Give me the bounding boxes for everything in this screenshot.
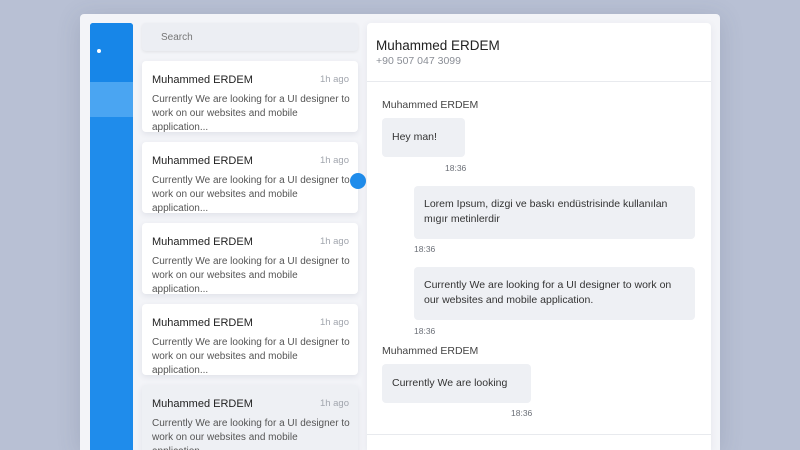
sidebar-rail: [90, 23, 133, 450]
message-time: 18:36: [414, 244, 436, 254]
conversation-preview: Currently We are looking for a UI design…: [152, 337, 350, 376]
message-bubble-incoming: Hey man!: [382, 118, 465, 157]
conversation-name: Muhammed ERDEM: [152, 317, 253, 329]
chat-panel: Muhammed ERDEM +90 507 047 3099 Muhammed…: [367, 23, 711, 450]
conversation-item[interactable]: Muhammed ERDEM 1h ago Currently We are l…: [142, 304, 358, 376]
conversation-preview: Currently We are looking for a UI design…: [152, 175, 350, 214]
conversation-name: Muhammed ERDEM: [152, 236, 253, 248]
contact-name: Muhammed ERDEM: [376, 38, 500, 53]
conversation-name: Muhammed ERDEM: [152, 398, 253, 410]
conversation-item[interactable]: Muhammed ERDEM 1h ago Currently We are l…: [142, 61, 358, 133]
scrollbar-handle[interactable]: [350, 173, 366, 189]
message-composer[interactable]: [367, 434, 711, 450]
message-text: Hey man!: [392, 131, 437, 143]
conversation-name: Muhammed ERDEM: [152, 155, 253, 167]
rail-active-item[interactable]: [90, 82, 133, 117]
message-text: Lorem Ipsum, dizgi ve baskı endüstrisind…: [424, 198, 668, 225]
message-text: Currently We are looking for a UI design…: [424, 279, 672, 306]
status-dot-icon: [97, 49, 101, 53]
conversation-time: 1h ago: [319, 155, 349, 166]
message-bubble-incoming: Currently We are looking: [382, 364, 531, 403]
chat-header: Muhammed ERDEM +90 507 047 3099: [367, 23, 711, 82]
message-time: 18:36: [511, 408, 533, 418]
conversation-time: 1h ago: [319, 236, 349, 247]
conversation-item-selected[interactable]: Muhammed ERDEM 1h ago Currently We are l…: [142, 385, 358, 450]
contact-phone: +90 507 047 3099: [376, 55, 461, 67]
conversation-preview: Currently We are looking for a UI design…: [152, 94, 350, 133]
conversation-time: 1h ago: [319, 74, 349, 85]
rail-header: [90, 23, 133, 82]
message-time: 18:36: [445, 163, 467, 173]
search-input[interactable]: [142, 23, 358, 51]
conversation-preview: Currently We are looking for a UI design…: [152, 418, 350, 450]
message-text: Currently We are looking: [392, 377, 508, 389]
message-sender: Muhammed ERDEM: [382, 345, 479, 357]
conversation-time: 1h ago: [319, 398, 349, 409]
message-bubble-outgoing: Currently We are looking for a UI design…: [414, 267, 695, 320]
message-sender: Muhammed ERDEM: [382, 99, 479, 111]
conversation-name: Muhammed ERDEM: [152, 74, 253, 86]
conversation-item[interactable]: Muhammed ERDEM 1h ago Currently We are l…: [142, 223, 358, 295]
messenger-window: Muhammed ERDEM 1h ago Currently We are l…: [80, 14, 720, 450]
conversation-item[interactable]: Muhammed ERDEM 1h ago Currently We are l…: [142, 142, 358, 214]
message-bubble-outgoing: Lorem Ipsum, dizgi ve baskı endüstrisind…: [414, 186, 695, 239]
conversation-preview: Currently We are looking for a UI design…: [152, 256, 350, 295]
conversation-time: 1h ago: [319, 317, 349, 328]
message-time: 18:36: [414, 326, 436, 336]
